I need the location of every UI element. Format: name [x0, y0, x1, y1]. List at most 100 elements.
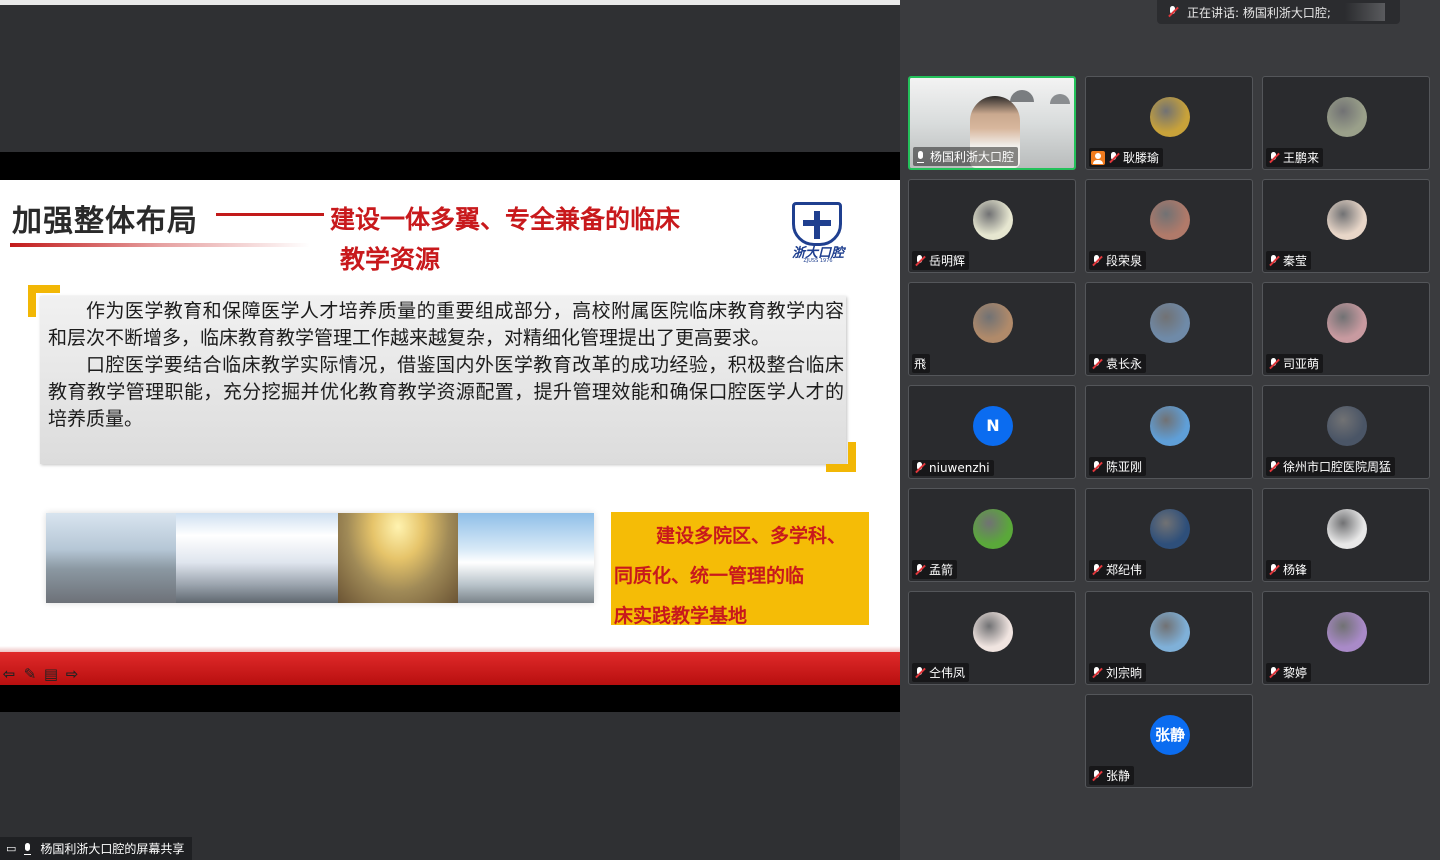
- participant-tile[interactable]: 杨国利浙大口腔: [908, 76, 1076, 170]
- slide-nav: ⇦ ✎ ▤ ⇨: [0, 665, 81, 685]
- pen-icon[interactable]: ✎: [21, 665, 39, 683]
- participant-tile[interactable]: 杨锋: [1262, 488, 1430, 582]
- participant-tile[interactable]: 岳明辉: [908, 179, 1076, 273]
- avatar: [1327, 612, 1367, 652]
- participant-tile[interactable]: 刘宗晌: [1085, 591, 1253, 685]
- participant-name-tag: niuwenzhi: [912, 460, 994, 476]
- participant-name-tag: 飛: [912, 354, 931, 373]
- participant-name: niuwenzhi: [929, 461, 990, 475]
- participant-tile[interactable]: 袁长永: [1085, 282, 1253, 376]
- participant-name-tag: 陈亚刚: [1089, 457, 1147, 476]
- muted-microphone-icon: [914, 254, 926, 267]
- participant-tile[interactable]: 段荣泉: [1085, 179, 1253, 273]
- avatar: [1150, 200, 1190, 240]
- hospital-photo-strip: [46, 513, 594, 603]
- participant-name-tag: 司亚萌: [1266, 354, 1324, 373]
- participant-tile[interactable]: 秦莹: [1262, 179, 1430, 273]
- hospital-photo: [458, 513, 594, 603]
- subtitle-line-1: 建设一体多翼、专全兼备的临床: [330, 205, 681, 234]
- participant-tile[interactable]: 王鹏来: [1262, 76, 1430, 170]
- participant-name-tag: 张静: [1089, 766, 1135, 785]
- participant-tile[interactable]: 陈亚刚: [1085, 385, 1253, 479]
- background-lamp: [1010, 90, 1034, 102]
- logo-emblem-icon: [792, 202, 842, 246]
- participant-name-tag: 耿滕瑜: [1089, 148, 1164, 167]
- participant-tile[interactable]: 司亚萌: [1262, 282, 1430, 376]
- muted-microphone-icon: [1268, 563, 1280, 576]
- avatar: [973, 200, 1013, 240]
- participant-tile[interactable]: 仝伟凤: [908, 591, 1076, 685]
- speaking-text: 正在讲话: 杨国利浙大口腔;: [1187, 5, 1331, 20]
- hospital-photo: [338, 513, 458, 603]
- participant-tile[interactable]: 飛: [908, 282, 1076, 376]
- muted-microphone-icon: [1091, 563, 1103, 576]
- microphone-icon: [22, 842, 34, 855]
- host-icon: [1091, 150, 1105, 165]
- avatar: 张静: [1150, 715, 1190, 755]
- participant-tile[interactable]: Nniuwenzhi: [908, 385, 1076, 479]
- speaking-indicator: 正在讲话: 杨国利浙大口腔;: [1157, 0, 1400, 24]
- avatar: [1327, 303, 1367, 343]
- avatar: [1327, 509, 1367, 549]
- avatar: [1150, 406, 1190, 446]
- corner-decoration: [826, 442, 856, 472]
- avatar: [1327, 200, 1367, 240]
- participant-tile[interactable]: 郑纪伟: [1085, 488, 1253, 582]
- menu-icon[interactable]: ▤: [42, 665, 60, 683]
- participant-name: 飛: [914, 357, 927, 371]
- participant-name-tag: 郑纪伟: [1089, 560, 1147, 579]
- top-strip: [0, 0, 900, 5]
- callout-line-2: 同质化、统一管理的临: [614, 565, 805, 587]
- screen-share-area: 加强整体布局 建设一体多翼、专全兼备的临床 教学资源 浙大口腔 ZJUSS 19…: [0, 0, 900, 860]
- avatar: [1150, 509, 1190, 549]
- microphone-icon: [1167, 6, 1179, 18]
- participant-tile[interactable]: 徐州市口腔医院周猛: [1262, 385, 1430, 479]
- muted-microphone-icon: [1091, 769, 1103, 782]
- participant-name: 王鹏来: [1283, 151, 1320, 165]
- slide-subtitle: 建设一体多翼、专全兼备的临床 教学资源: [330, 200, 800, 280]
- avatar: [1150, 303, 1190, 343]
- participant-name-tag: 岳明辉: [912, 251, 970, 270]
- participant-tile[interactable]: 张静 张静: [1085, 694, 1253, 788]
- participant-name: 刘宗晌: [1106, 666, 1143, 680]
- previous-slide-icon[interactable]: ⇦: [0, 665, 18, 683]
- avatar: [1150, 97, 1190, 137]
- title-dash: [216, 213, 324, 216]
- participant-tile[interactable]: 孟箭: [908, 488, 1076, 582]
- muted-microphone-icon: [914, 563, 926, 576]
- muted-microphone-icon: [1091, 460, 1103, 473]
- participant-name-tag: 仝伟凤: [912, 663, 970, 682]
- subtitle-line-2: 教学资源: [340, 245, 441, 274]
- background-lamp: [1050, 94, 1070, 104]
- muted-microphone-icon: [1268, 254, 1280, 267]
- slide-frame: 加强整体布局 建设一体多翼、专全兼备的临床 教学资源 浙大口腔 ZJUSS 19…: [0, 152, 900, 712]
- callout-text: 建设多院区、多学科、 同质化、统一管理的临 床实践教学基地: [614, 516, 874, 636]
- participant-name-tag: 杨国利浙大口腔: [913, 147, 1019, 166]
- avatar: [1150, 612, 1190, 652]
- logo-subtext: ZJUSS 1976: [803, 258, 833, 264]
- participant-name: 郑纪伟: [1106, 563, 1143, 577]
- participant-name-tag: 段荣泉: [1089, 251, 1147, 270]
- screen-icon: ▭: [6, 842, 17, 855]
- callout-line-1: 建设多院区、多学科、: [656, 525, 847, 547]
- slide-footer-bar: [0, 652, 900, 685]
- avatar: [973, 303, 1013, 343]
- participant-name-tag: 杨锋: [1266, 560, 1312, 579]
- muted-microphone-icon: [914, 666, 926, 679]
- slide-body: 作为医学教育和保障医学人才培养质量的重要组成部分，高校附属医院临床教育教学内容和…: [48, 298, 844, 433]
- participant-tile[interactable]: 黎婷: [1262, 591, 1430, 685]
- participant-name: 孟箭: [929, 563, 954, 577]
- participant-tile[interactable]: 耿滕瑜: [1085, 76, 1253, 170]
- next-slide-icon[interactable]: ⇨: [63, 665, 81, 683]
- participant-name: 袁长永: [1106, 357, 1143, 371]
- muted-microphone-icon: [1268, 666, 1280, 679]
- participant-name: 陈亚刚: [1106, 460, 1143, 474]
- slide-title: 加强整体布局: [12, 204, 198, 239]
- avatar: [1327, 97, 1367, 137]
- muted-microphone-icon: [1091, 254, 1103, 267]
- muted-microphone-icon: [1268, 151, 1280, 164]
- participant-name: 司亚萌: [1283, 357, 1320, 371]
- participant-name: 段荣泉: [1106, 254, 1143, 268]
- muted-microphone-icon: [1091, 666, 1103, 679]
- muted-microphone-icon: [1268, 357, 1280, 370]
